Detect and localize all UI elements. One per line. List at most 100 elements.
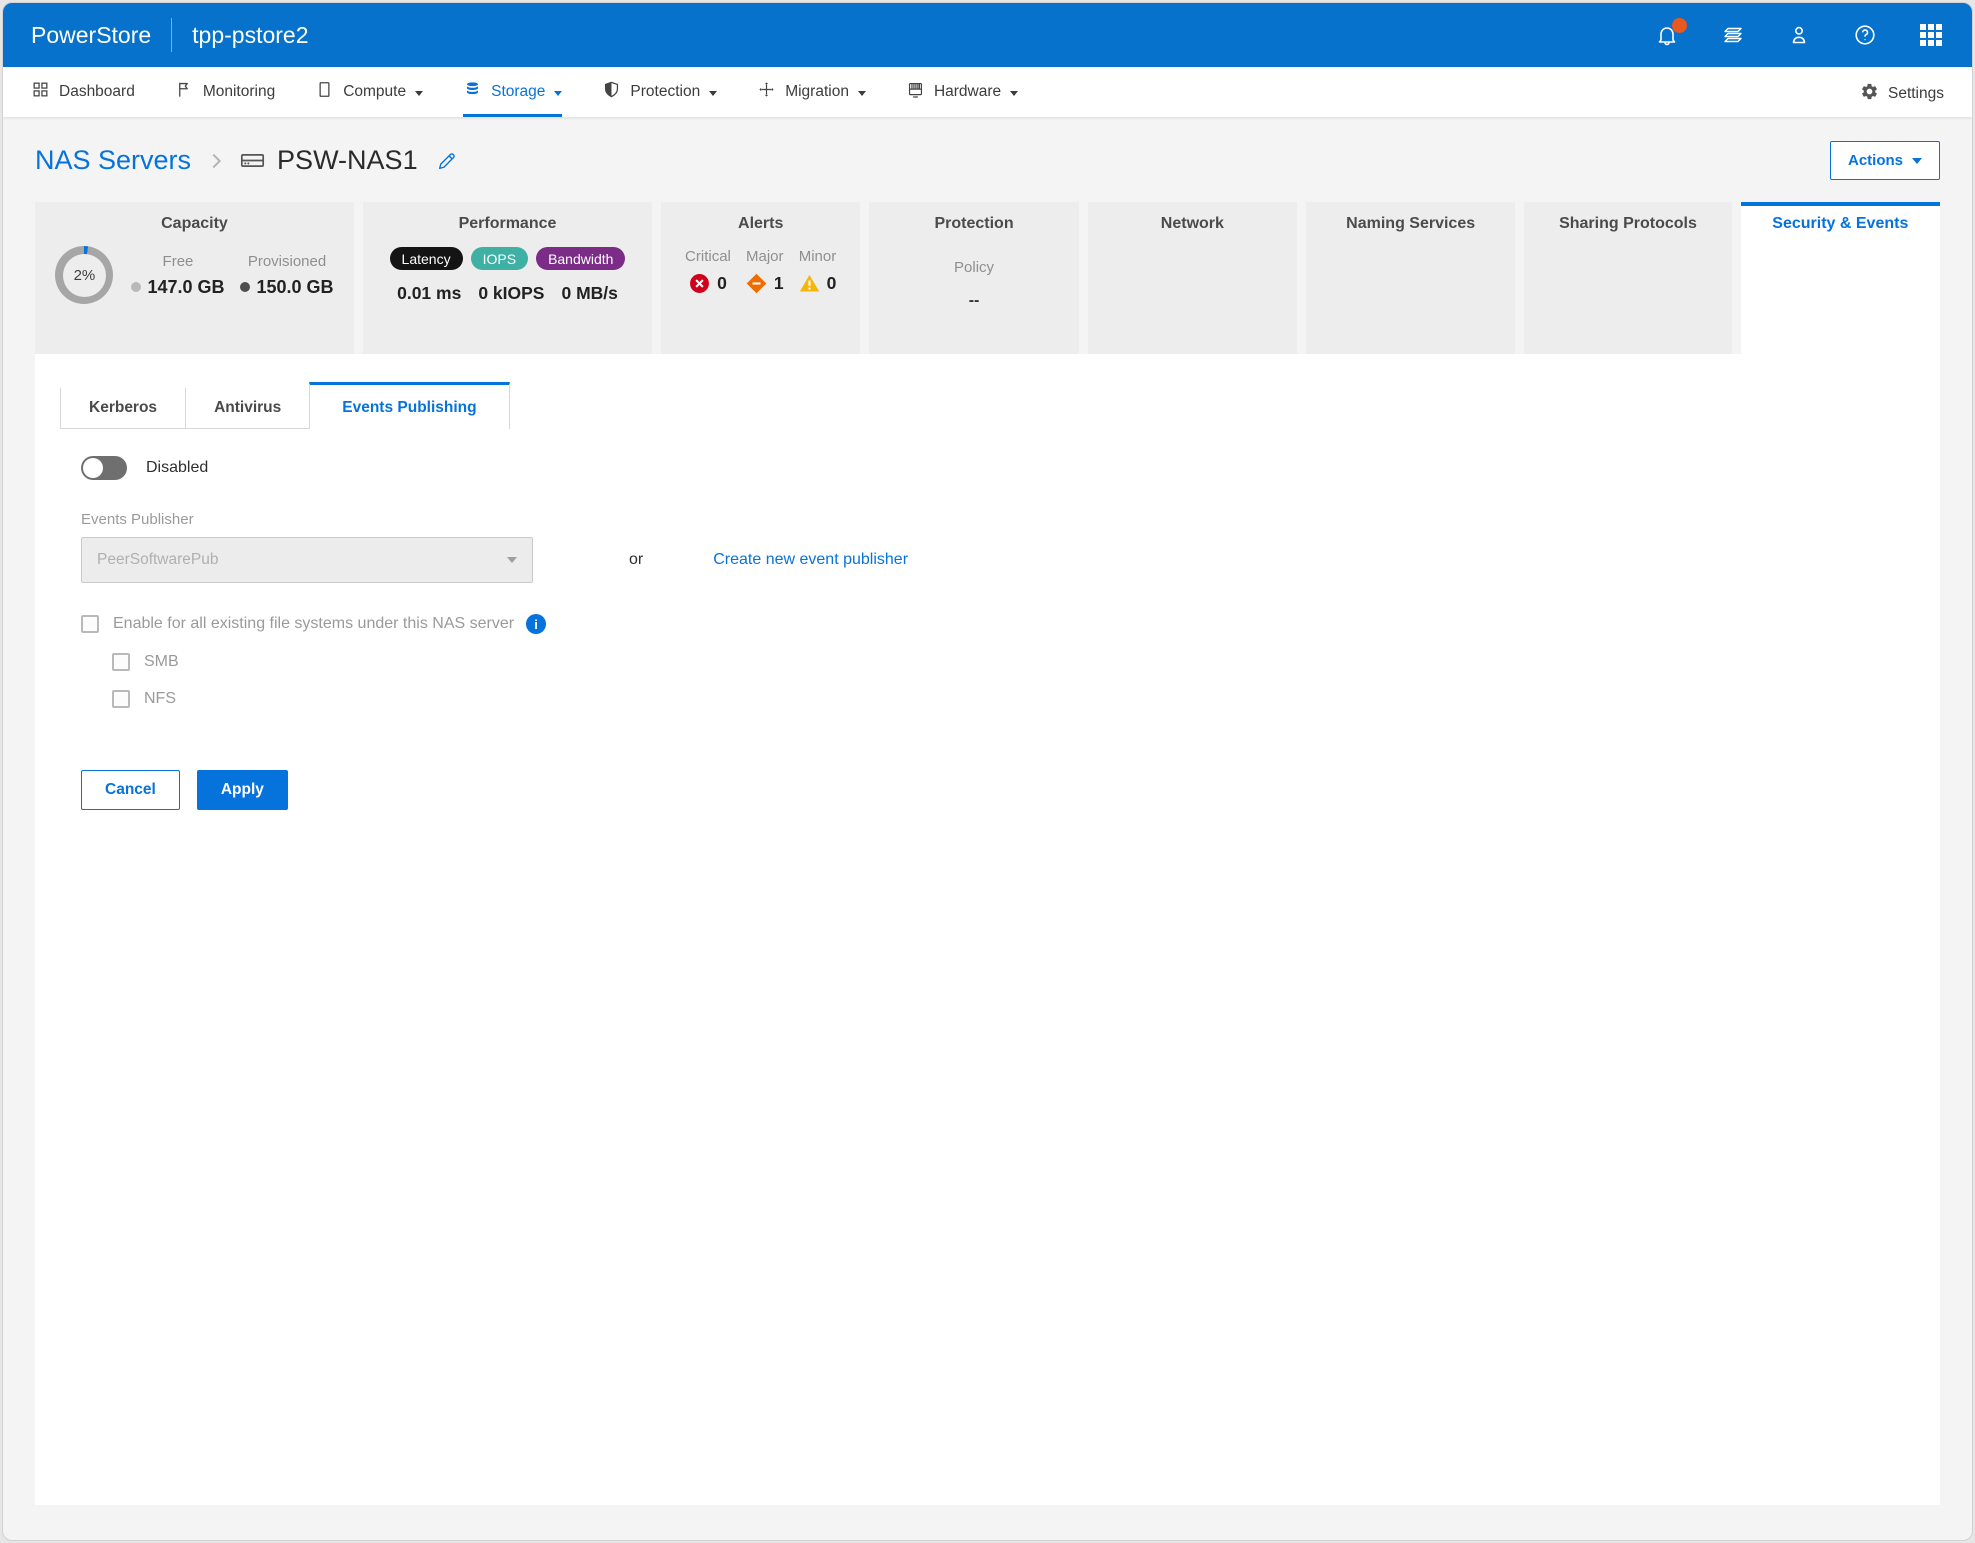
card-title: Capacity [35, 215, 354, 233]
card-performance[interactable]: Performance Latency IOPS Bandwidth 0.01 … [363, 202, 652, 354]
nav-label: Protection [630, 83, 700, 101]
events-publisher-label: Events Publisher [81, 511, 1940, 528]
tab-antivirus[interactable]: Antivirus [185, 388, 309, 428]
smb-label: SMB [144, 653, 179, 671]
nfs-checkbox[interactable] [112, 690, 130, 708]
notifications-bell-icon[interactable] [1654, 22, 1680, 48]
card-title: Network [1088, 215, 1297, 233]
chevron-down-icon [1912, 158, 1922, 164]
minor-count: 0 [827, 273, 837, 294]
events-publishing-toggle-row: Disabled [81, 456, 1940, 480]
card-title: Performance [363, 215, 652, 233]
nav-item-compute[interactable]: Compute [315, 67, 423, 117]
provisioned-legend-dot [240, 282, 250, 292]
iops-pill: IOPS [471, 247, 528, 270]
nav-label: Settings [1888, 85, 1944, 103]
card-alerts[interactable]: Alerts Critical 0 Major 1 [661, 202, 860, 354]
user-icon[interactable] [1786, 22, 1812, 48]
enable-all-row: Enable for all existing file systems und… [81, 614, 1940, 634]
chevron-down-icon [709, 91, 717, 96]
card-title: Alerts [661, 215, 860, 233]
provisioned-label: Provisioned [240, 253, 333, 270]
breadcrumb-parent-link[interactable]: NAS Servers [35, 145, 191, 176]
main-nav: Dashboard Monitoring Compute [3, 67, 1972, 117]
migration-icon [757, 80, 776, 104]
info-icon[interactable]: i [526, 614, 546, 634]
nav-item-monitoring[interactable]: Monitoring [175, 67, 275, 117]
system-name: tpp-pstore2 [192, 22, 308, 49]
nav-label: Dashboard [59, 83, 135, 101]
nas-server-icon [239, 147, 266, 174]
chevron-down-icon [554, 91, 562, 96]
summary-cards: Capacity 2% Free 147.0 GB Provisioned [35, 202, 1940, 354]
free-value: 147.0 GB [147, 277, 224, 298]
apps-grid-icon[interactable] [1918, 22, 1944, 48]
breadcrumb: NAS Servers PSW-NAS1 Actions [3, 117, 1972, 194]
tab-kerberos[interactable]: Kerberos [60, 388, 185, 428]
critical-count: 0 [717, 273, 727, 294]
nav-item-hardware[interactable]: Hardware [906, 67, 1018, 117]
card-naming-services[interactable]: Naming Services [1306, 202, 1515, 354]
card-title: Security & Events [1741, 215, 1940, 233]
events-publishing-toggle[interactable] [81, 456, 127, 480]
notification-badge [1672, 18, 1687, 33]
brand-divider [171, 18, 172, 52]
card-sharing-protocols[interactable]: Sharing Protocols [1524, 202, 1731, 354]
enable-all-label: Enable for all existing file systems und… [113, 615, 514, 633]
actions-label: Actions [1848, 152, 1903, 169]
capacity-donut-chart: 2% [55, 246, 113, 304]
help-icon[interactable] [1852, 22, 1878, 48]
cancel-button[interactable]: Cancel [81, 770, 180, 810]
gear-icon [1860, 82, 1879, 106]
chevron-right-icon [205, 150, 227, 172]
flag-icon [175, 80, 194, 104]
create-event-publisher-link[interactable]: Create new event publisher [713, 551, 908, 569]
tab-events-publishing[interactable]: Events Publishing [309, 382, 509, 429]
shield-icon [602, 80, 621, 104]
card-capacity[interactable]: Capacity 2% Free 147.0 GB Provisioned [35, 202, 354, 354]
compute-icon [315, 80, 334, 104]
nav-label: Hardware [934, 83, 1001, 101]
minor-alert-icon [799, 273, 820, 294]
smb-row: SMB [112, 653, 1940, 671]
enable-all-checkbox[interactable] [81, 615, 99, 633]
edit-pencil-icon[interactable] [436, 150, 458, 172]
chevron-down-icon [415, 91, 423, 96]
brand-title: PowerStore [31, 22, 151, 49]
events-publisher-value: PeerSoftwarePub [97, 551, 219, 569]
actions-button[interactable]: Actions [1830, 141, 1940, 180]
card-title: Naming Services [1306, 215, 1515, 233]
nav-label: Migration [785, 83, 849, 101]
hardware-rack-icon [906, 80, 925, 104]
latency-value: 0.01 ms [397, 283, 461, 304]
bandwidth-pill: Bandwidth [536, 247, 625, 270]
apply-button[interactable]: Apply [197, 770, 288, 810]
app-header: PowerStore tpp-pstore2 [3, 3, 1972, 67]
toggle-knob [83, 458, 103, 478]
nav-item-dashboard[interactable]: Dashboard [31, 67, 135, 117]
header-icon-group [1654, 22, 1944, 48]
nav-item-protection[interactable]: Protection [602, 67, 717, 117]
jobs-layers-icon[interactable] [1720, 22, 1746, 48]
major-count: 1 [774, 273, 784, 294]
publisher-row: PeerSoftwarePub or Create new event publ… [81, 537, 1940, 583]
capacity-percent: 2% [63, 254, 106, 297]
card-protection[interactable]: Protection Policy -- [869, 202, 1078, 354]
sub-tab-bar: Kerberos Antivirus Events Publishing [60, 382, 510, 429]
card-network[interactable]: Network [1088, 202, 1297, 354]
card-security-events[interactable]: Security & Events [1741, 202, 1940, 354]
chevron-down-icon [1010, 91, 1018, 96]
bandwidth-value: 0 MB/s [561, 283, 617, 304]
card-title: Sharing Protocols [1524, 215, 1731, 233]
critical-label: Critical [685, 248, 731, 265]
events-publisher-select[interactable]: PeerSoftwarePub [81, 537, 533, 583]
nfs-row: NFS [112, 690, 1940, 708]
nav-item-migration[interactable]: Migration [757, 67, 866, 117]
smb-checkbox[interactable] [112, 653, 130, 671]
policy-label: Policy [869, 259, 1078, 276]
nav-item-storage[interactable]: Storage [463, 67, 562, 117]
nav-label: Monitoring [203, 83, 275, 101]
or-label: or [629, 551, 643, 569]
nav-item-settings[interactable]: Settings [1860, 67, 1944, 117]
critical-alert-icon [689, 273, 710, 294]
